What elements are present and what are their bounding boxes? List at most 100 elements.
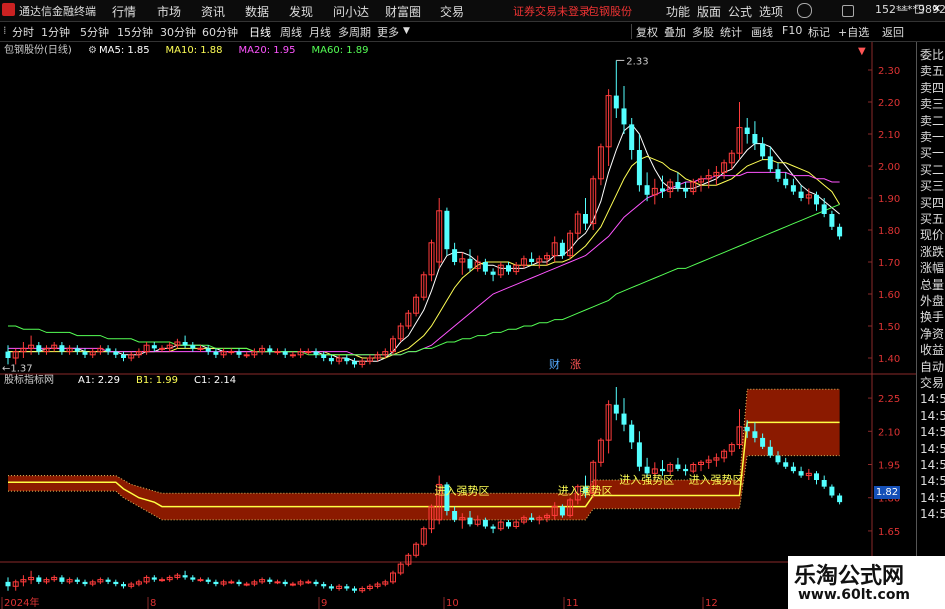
candle-body [243,354,250,357]
indicator-candle-body [683,468,689,472]
date-axis-label: 2024年 [4,596,39,609]
message-icon[interactable] [842,5,854,17]
low-label: ←1.37 [2,364,33,375]
period-multi[interactable]: 多周期 [338,24,371,40]
main-axis-label: 1.40 [878,354,900,365]
candle-body [5,351,11,358]
period-60min[interactable]: 60分钟 [202,24,238,40]
menu-item-hangqing[interactable]: 行情 [112,3,136,20]
btn-fuquan[interactable]: 复权 [636,24,658,40]
indicator-candle-body [752,431,758,438]
indicator-candle-body [328,586,334,589]
period-more[interactable]: 更多 [377,24,399,40]
date-axis-label: 10 [446,598,459,609]
btn-add-watchlist[interactable]: +自选 [838,24,869,40]
sub-axis-label: 1.95 [878,461,900,472]
period-1min[interactable]: 1分钟 [41,24,70,40]
minimize-icon[interactable]: — [897,3,908,16]
menu-item-caifuquan[interactable]: 财富圈 [385,3,421,20]
sidebar-label: 卖二 [920,113,945,128]
sidebar-label: 14:56 [920,425,945,440]
menu-item-banmian[interactable]: 版面 [697,3,721,20]
menu-item-shichang[interactable]: 市场 [157,3,181,20]
candle-body [352,361,357,365]
candle-body [113,351,119,355]
indicator-candle-body [213,581,219,585]
main-axis-label: 1.70 [878,258,900,269]
sidebar-label: 14:56 [920,490,945,505]
sidebar-label: 交易 [920,376,945,390]
candle-body [760,143,766,157]
indicator-candle-body [228,581,235,584]
user-icon[interactable] [797,3,812,18]
main-axis-label: 1.50 [878,322,900,333]
sub-axis-label: 2.25 [878,394,900,405]
period-30min[interactable]: 30分钟 [160,24,196,40]
sidebar-label: 现价 [920,228,945,243]
sidebar-label: 14:56 [920,408,945,423]
candle-body [228,351,235,354]
menu-item-faxian[interactable]: 发现 [289,3,313,20]
candle-body [506,265,511,272]
current-stock-name: 包钢股份 [588,5,632,18]
menu-item-shuju[interactable]: 数据 [245,3,269,20]
indicator-candle-body [105,579,111,582]
main-axis-label: 2.30 [878,66,900,77]
period-fenshi[interactable]: 分时 [12,24,34,40]
ma-line-ma5 [8,123,840,362]
btn-tongji[interactable]: 统计 [720,24,742,40]
indicator-candle-body [452,511,458,520]
btn-huaxian[interactable]: 画线 [751,24,773,40]
maximize-icon[interactable]: □ [914,2,924,15]
main-chart-title: 包钢股份(日线) [4,43,72,56]
period-monthly[interactable]: 月线 [309,24,331,40]
candle-body [213,351,219,355]
candle-body [783,178,789,186]
indicator-candle-body [613,404,619,414]
period-15min[interactable]: 15分钟 [117,24,153,40]
app-title: 通达信金融终端 [19,5,96,18]
candle-body [344,358,350,362]
sidebar-label: 总量 [920,277,945,292]
period-weekly[interactable]: 周线 [280,24,302,40]
more-dropdown-icon[interactable]: ▼ [403,26,410,36]
btn-duogu[interactable]: 多股 [692,24,714,40]
indicator-candle-body [744,426,750,432]
btn-f10[interactable]: F10 [782,24,802,37]
candle-body [629,124,635,150]
period-daily[interactable]: 日线 [249,24,271,40]
sidebar-label: 换手 [920,310,945,325]
btn-fanhui[interactable]: 返回 [882,24,904,40]
candle-body [289,354,296,357]
menu-item-gongneng[interactable]: 功能 [666,3,690,20]
indicator-candle-body [236,581,242,585]
indicator-candle-body [289,583,296,586]
close-icon[interactable]: ✕ [932,2,941,15]
chart-headers: 包钢股份(日线) ⚙ MA5: 1.85 MA10: 1.88 MA20: 1.95 MA… [2,43,866,386]
menu-item-jiaoyi[interactable]: 交易 [440,3,464,20]
kline-chart-area[interactable]: 进入强势区 进入强势区进入强势区 进入强势区 2.302.202.102.001.9… [0,42,916,609]
main-settings-icon: ⚙ [88,45,97,56]
tag-zhang: 涨 [570,358,581,371]
ma-indicator-label: MA5: 1.85 [99,45,150,56]
indicator-candle-body [267,579,273,582]
signal-label: 进入强势区 [435,485,490,498]
menu-item-gongshi[interactable]: 公式 [728,3,752,20]
candle-body [583,214,588,224]
btn-diejia[interactable]: 叠加 [664,24,686,40]
menu-item-wenxiaoda[interactable]: 问小达 [333,3,369,20]
main-axis-label: 1.90 [878,194,900,205]
date-axis-label: 8 [150,598,156,609]
trade-login-notice[interactable]: 证券交易未登录 [513,3,590,19]
btn-biaoji[interactable]: 标记 [808,24,830,40]
menu-item-zixun[interactable]: 资讯 [201,3,225,20]
candle-body [59,345,65,352]
candle-body [798,191,804,198]
sidebar-label: 买三 [920,179,945,194]
period-5min[interactable]: 5分钟 [80,24,109,40]
indicator-candle-body [675,464,681,469]
candle-body [305,351,312,354]
indicator-candle-body [282,581,288,585]
quote-sidebar: 委比 卖五 卖四 卖三 卖二 卖一 买一 买二 买三 买四 买五 现价 涨跌 涨幅 总量 外盘 换手 净资 收益 自动… [916,42,945,609]
menu-item-xuanxiang[interactable]: 选项 [759,3,783,20]
